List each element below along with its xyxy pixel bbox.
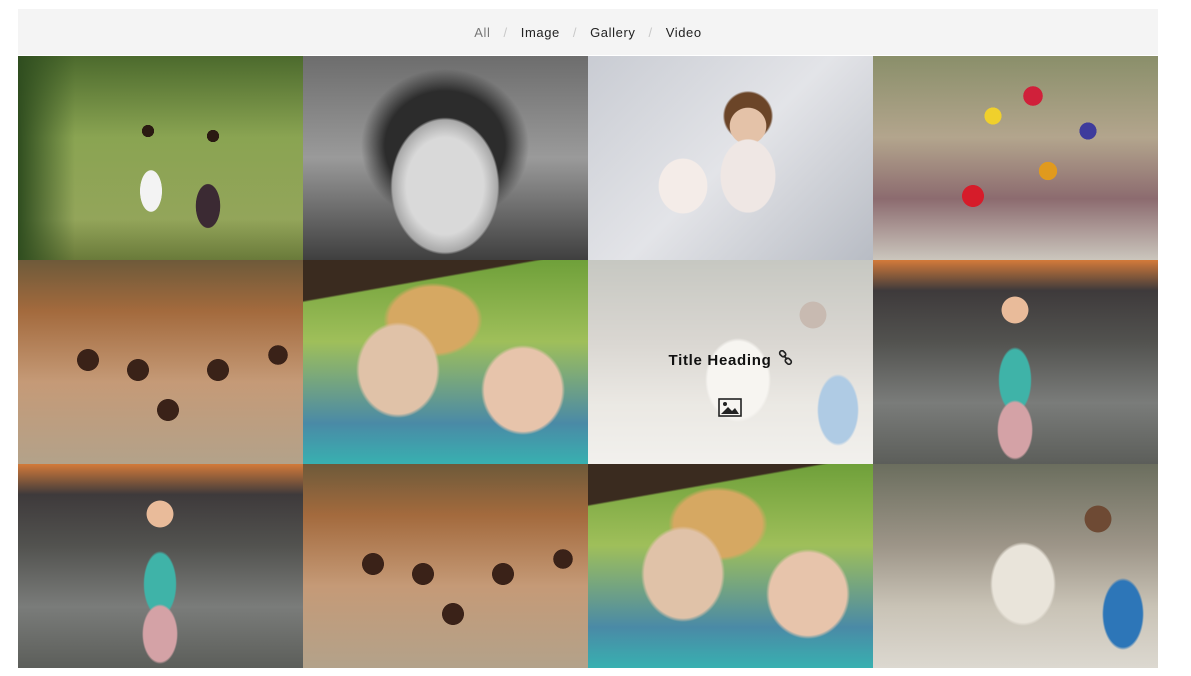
gallery-item[interactable] xyxy=(873,56,1158,260)
gallery-image xyxy=(303,464,588,668)
gallery-item[interactable] xyxy=(18,260,303,464)
filter-separator: / xyxy=(503,24,508,40)
portfolio-section: All / Image / Gallery / Video Title Head… xyxy=(18,9,1158,668)
gallery-item[interactable] xyxy=(303,260,588,464)
gallery-image xyxy=(588,56,873,260)
gallery-image xyxy=(873,260,1158,464)
gallery-image xyxy=(588,464,873,668)
gallery-image xyxy=(873,464,1158,668)
filter-image[interactable]: Image xyxy=(519,25,562,40)
gallery-item[interactable] xyxy=(303,56,588,260)
link-icon[interactable] xyxy=(778,349,793,370)
filter-bar: All / Image / Gallery / Video xyxy=(18,9,1158,55)
gallery-item[interactable] xyxy=(18,56,303,260)
gallery-item[interactable] xyxy=(873,260,1158,464)
gallery-item[interactable] xyxy=(303,464,588,668)
gallery-item-hovered[interactable]: Title Heading xyxy=(588,260,873,464)
filter-all[interactable]: All xyxy=(472,25,492,40)
gallery-image xyxy=(18,260,303,464)
overlay-title-row: Title Heading xyxy=(668,349,793,370)
gallery-item[interactable] xyxy=(18,464,303,668)
filter-gallery[interactable]: Gallery xyxy=(588,25,637,40)
filter-separator: / xyxy=(572,24,578,40)
item-title[interactable]: Title Heading xyxy=(668,352,771,369)
gallery-image xyxy=(303,56,588,260)
gallery-image xyxy=(873,56,1158,260)
gallery-item[interactable] xyxy=(588,464,873,668)
gallery-image xyxy=(18,464,303,668)
gallery-item[interactable] xyxy=(873,464,1158,668)
hover-overlay: Title Heading xyxy=(588,260,873,464)
gallery-image xyxy=(303,260,588,464)
gallery-grid: Title Heading xyxy=(18,56,1158,668)
filter-separator: / xyxy=(648,24,653,40)
gallery-image xyxy=(18,56,303,260)
image-icon[interactable] xyxy=(718,398,742,422)
gallery-item[interactable] xyxy=(588,56,873,260)
filter-video[interactable]: Video xyxy=(664,25,704,40)
